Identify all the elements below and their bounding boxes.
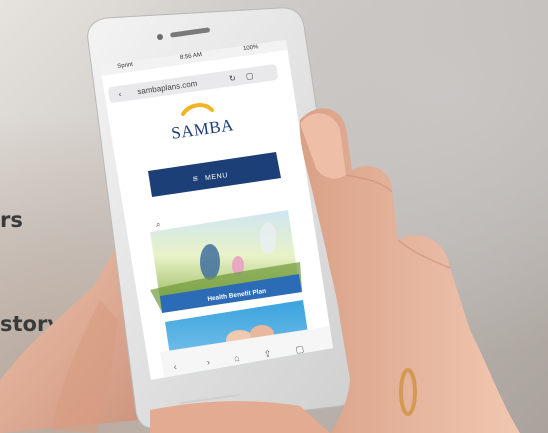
toolbar-forward-icon[interactable]: › — [206, 357, 210, 367]
photo-scene: rs story Sprint 8:56 AM 100% ‹ sambaplan… — [0, 0, 548, 433]
hands-illustration — [0, 7, 520, 433]
hamburger-icon: ≡ — [192, 173, 200, 184]
bookmark-icon[interactable]: ▢ — [245, 71, 254, 81]
tabs-icon[interactable]: ▢ — [295, 344, 305, 355]
home-icon[interactable]: ⌂ — [233, 353, 240, 364]
back-icon[interactable]: ‹ — [118, 90, 122, 99]
toolbar-back-icon[interactable]: ‹ — [173, 362, 177, 372]
share-icon[interactable]: ⇪ — [263, 348, 272, 359]
reload-icon[interactable]: ↻ — [229, 74, 237, 84]
search-icon[interactable]: ⌕ — [156, 220, 160, 230]
